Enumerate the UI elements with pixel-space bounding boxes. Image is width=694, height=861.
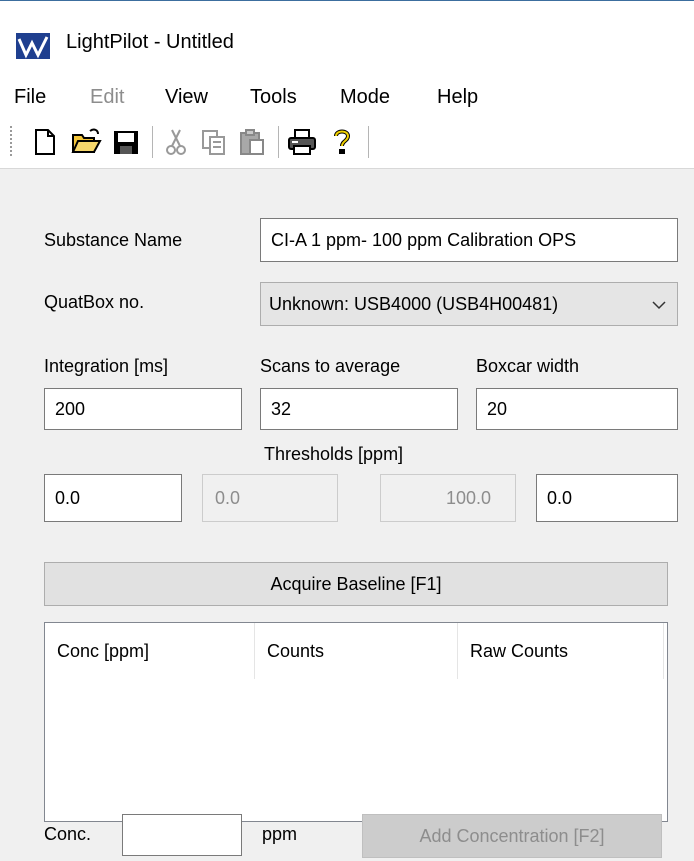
help-icon (334, 129, 351, 154)
toolbar-separator (368, 126, 370, 158)
integration-label: Integration [ms] (44, 356, 169, 376)
menu-help[interactable]: Help (437, 86, 478, 109)
ppm-unit-label: ppm (262, 824, 298, 844)
column-header-conc[interactable]: Conc [ppm] (45, 623, 255, 679)
threshold-field-1[interactable]: 0.0 (44, 474, 182, 522)
conc-label: Conc. (44, 824, 92, 844)
add-concentration-button[interactable]: Add Concentration [F2] (362, 814, 662, 858)
column-header-counts[interactable]: Counts (255, 623, 458, 679)
calibration-table[interactable]: Conc [ppm] Counts Raw Counts (44, 622, 668, 822)
print-button[interactable] (286, 126, 318, 158)
threshold-field-3[interactable]: 100.0 (380, 474, 516, 522)
column-header-raw-counts[interactable]: Raw Counts (458, 623, 664, 679)
toolbar (0, 120, 694, 169)
paste-icon (240, 129, 264, 155)
substance-name-field[interactable]: CI-A 1 ppm- 100 ppm Calibration OPS (260, 218, 678, 262)
scans-field[interactable]: 32 (260, 388, 458, 430)
chevron-down-icon (652, 301, 666, 310)
menu-mode[interactable]: Mode (340, 86, 390, 109)
scans-label: Scans to average (260, 356, 401, 376)
quatbox-select[interactable]: Unknown: USB4000 (USB4H00481) (260, 282, 678, 326)
open-folder-icon (71, 128, 102, 153)
open-button[interactable] (70, 126, 102, 158)
save-icon (114, 131, 138, 154)
cut-icon (166, 129, 186, 155)
menu-edit[interactable]: Edit (90, 86, 124, 109)
menu-bar: File Edit View Tools Mode Help (0, 66, 694, 120)
menu-tools[interactable]: Tools (250, 86, 297, 109)
save-button[interactable] (110, 126, 142, 158)
title-bar: LightPilot - Untitled (0, 0, 694, 67)
cut-button[interactable] (160, 126, 192, 158)
toolbar-separator (278, 126, 280, 158)
toolbar-grip[interactable] (10, 126, 14, 156)
window-title: LightPilot - Untitled (66, 31, 234, 53)
paste-button[interactable] (236, 126, 268, 158)
new-file-button[interactable] (28, 126, 60, 158)
lightpilot-logo-icon (16, 33, 50, 59)
menu-view[interactable]: View (165, 86, 208, 109)
threshold-field-2[interactable]: 0.0 (202, 474, 338, 522)
threshold-field-4[interactable]: 0.0 (536, 474, 678, 522)
thresholds-label: Thresholds [ppm] (264, 444, 404, 464)
conc-field[interactable] (122, 814, 242, 856)
new-file-icon (35, 129, 55, 155)
acquire-baseline-button[interactable]: Acquire Baseline [F1] (44, 562, 668, 606)
quatbox-selected-value: Unknown: USB4000 (USB4H00481) (269, 293, 559, 314)
copy-button[interactable] (198, 126, 230, 158)
integration-field[interactable]: 200 (44, 388, 242, 430)
help-button[interactable] (326, 126, 358, 158)
print-icon (288, 129, 316, 155)
menu-file[interactable]: File (14, 86, 46, 109)
boxcar-label: Boxcar width (476, 356, 580, 376)
copy-icon (202, 130, 225, 155)
substance-name-label: Substance Name (44, 230, 183, 250)
boxcar-field[interactable]: 20 (476, 388, 678, 430)
toolbar-separator (152, 126, 154, 158)
quatbox-label: QuatBox no. (44, 292, 145, 312)
